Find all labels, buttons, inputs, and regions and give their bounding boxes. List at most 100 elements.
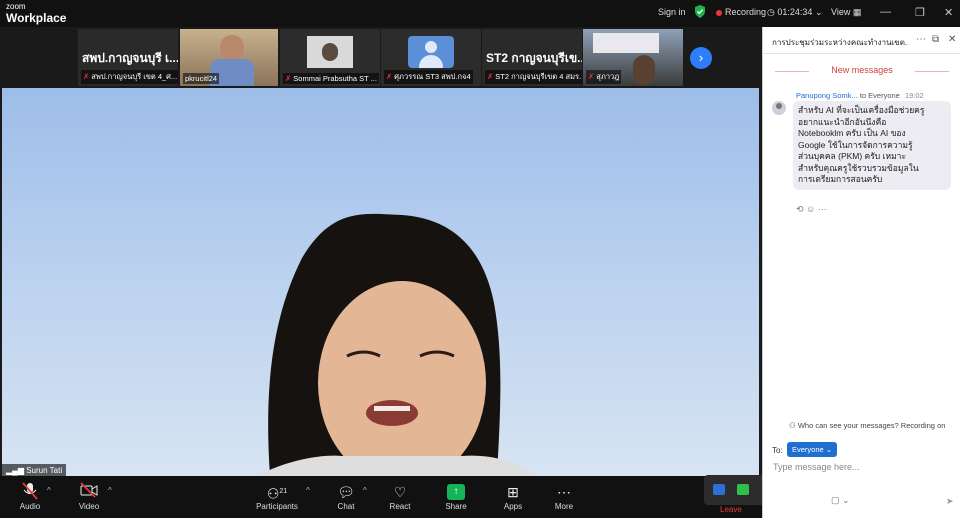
- record-dot-icon: [716, 9, 722, 16]
- tile-caption: ✗ สพป.กาญจนบุรี เขต 4_ศ...: [81, 70, 178, 84]
- mic-muted-icon: ✗: [285, 74, 292, 83]
- more-options-icon[interactable]: ⋯: [916, 34, 926, 45]
- default-avatar-icon: [408, 36, 454, 68]
- tile-caption: ✗ ST2 กาญจนบุรีเขต 4 สมร...: [485, 70, 582, 84]
- more-dots-icon[interactable]: ⋯: [818, 204, 827, 214]
- line-app-icon[interactable]: [737, 484, 749, 495]
- brand-line1: zoom: [6, 2, 26, 11]
- shield-icon[interactable]: [694, 5, 706, 20]
- more-button[interactable]: ⋯ More: [539, 482, 589, 511]
- clock-time: 01:24:34: [777, 7, 813, 17]
- tile-caption-text: ศุภวรรณ ST3 สพป.กจ4: [394, 72, 471, 81]
- tile-caption-text: สพป.กาญจนบุรี เขต 4_ศ...: [91, 72, 178, 81]
- chat-options-chevron-icon[interactable]: ^: [363, 486, 367, 495]
- chat-label: Chat: [337, 502, 355, 511]
- mic-muted-icon: ✗: [83, 72, 90, 81]
- video-options-chevron-icon[interactable]: ^: [108, 486, 112, 495]
- mic-muted-icon: ✗: [386, 72, 393, 81]
- tile-caption-text: สุภาวฎ: [596, 72, 620, 81]
- speaker-illustration: [257, 213, 537, 476]
- brand-line2: Workplace: [6, 11, 67, 25]
- participant-tile[interactable]: สพป.กาญจนบุรี เ... ✗ สพป.กาญจนบุรี เขต 4_…: [78, 29, 178, 86]
- close-chat-icon[interactable]: ✕: [948, 34, 956, 45]
- video-button[interactable]: Video: [64, 482, 114, 511]
- sender-name[interactable]: Panupong Somk...: [796, 91, 858, 100]
- share-label: Share: [445, 502, 467, 511]
- chat-title: การประชุมร่วมระหว่างคณะทำงานเขต...: [772, 38, 908, 47]
- reply-icon[interactable]: ⟲: [796, 204, 804, 214]
- view-label: View: [831, 7, 851, 17]
- participants-icon: ⚇21: [266, 485, 288, 502]
- tile-caption-text: ST2 กาญจนบุรีเขต 4 สมร...: [495, 72, 582, 81]
- zoom-app-icon[interactable]: [713, 484, 725, 495]
- chat-input[interactable]: Type message here...: [773, 462, 860, 472]
- participant-tile[interactable]: pkrucitl24: [180, 29, 278, 86]
- more-dots-icon: ⋯: [557, 484, 571, 500]
- share-arrow-icon: ↑: [447, 484, 465, 500]
- speaker-name: Surun Tati: [26, 466, 63, 475]
- signal-bars-icon: ▂▄▆: [6, 466, 24, 475]
- restore-icon[interactable]: ❐: [915, 6, 925, 19]
- participants-options-chevron-icon[interactable]: ^: [306, 486, 310, 495]
- next-page-arrow-icon[interactable]: ›: [690, 47, 712, 69]
- mic-muted-icon: ✗: [487, 72, 494, 81]
- leave-button[interactable]: Leave: [720, 505, 742, 514]
- close-icon[interactable]: ✕: [944, 6, 953, 19]
- to-label: To:: [772, 446, 783, 455]
- new-messages-divider: New messages: [773, 65, 951, 75]
- message-line: Google ใช้ในการจัดการความรู้: [798, 139, 913, 150]
- title-bar: zoom Workplace Sign in Recording ◷ 01:24…: [0, 0, 960, 27]
- message-time: 19:02: [904, 91, 924, 100]
- active-speaker-video[interactable]: [2, 88, 759, 476]
- react-label: React: [389, 502, 411, 511]
- recipient-dropdown[interactable]: Everyone ⌄: [787, 442, 838, 457]
- mic-muted-icon: ✗: [588, 72, 595, 81]
- recipient-text: to Everyone: [859, 91, 900, 100]
- tile-caption: ✗ ศุภวรรณ ST3 สพป.กจ4: [384, 70, 473, 84]
- react-button[interactable]: ♡ React: [375, 482, 425, 511]
- recipient-value: Everyone: [792, 445, 824, 454]
- participant-tile[interactable]: ✗ Sommai Prabsutha ST ...: [280, 29, 380, 86]
- chat-panel: การประชุมร่วมระหว่างคณะทำงานเขต... ⋯ ⧉ ✕…: [762, 27, 960, 518]
- audio-options-chevron-icon[interactable]: ^: [47, 486, 51, 495]
- message-line: Notebooklm ครับ เป็น AI ของ: [798, 128, 906, 138]
- message-line: อยากแนะนำอีกอันนึงคือ: [798, 116, 887, 127]
- person-video: [633, 55, 655, 85]
- tile-big-name: ST2 กาญจนบุรีเข...: [486, 51, 582, 65]
- participant-tile[interactable]: ✗ ศุภวรรณ ST3 สพป.กจ4: [381, 29, 481, 86]
- heart-icon: ♡: [393, 484, 407, 500]
- apps-button[interactable]: ⊞ Apps: [488, 482, 538, 511]
- participant-tile[interactable]: ✗ สุภาวฎ: [583, 29, 683, 86]
- emoji-react-icon[interactable]: ☺: [806, 204, 815, 214]
- chat-input-tools: ▢ ⌄: [831, 495, 850, 506]
- tile-caption-text: pkrucitl24: [185, 74, 218, 83]
- participants-count: 21: [279, 488, 288, 495]
- signin-link[interactable]: Sign in: [658, 7, 686, 17]
- chevron-down-icon[interactable]: ⌄: [842, 495, 850, 505]
- chevron-down-icon[interactable]: ⌄: [815, 7, 823, 17]
- avatar: [772, 101, 786, 115]
- more-label: More: [554, 502, 574, 511]
- participant-tile[interactable]: ST2 กาญจนบุรีเข... ✗ ST2 กาญจนบุรีเขต 4 ส…: [482, 29, 582, 86]
- message-actions: ⟲ ☺ ⋯: [796, 204, 827, 215]
- avatar-face: [322, 43, 338, 61]
- popout-icon[interactable]: ⧉: [932, 34, 939, 45]
- participants-button[interactable]: ⚇21 Participants: [252, 482, 302, 511]
- chat-header: การประชุมร่วมระหว่างคณะทำงานเขต... ⋯ ⧉ ✕: [763, 27, 960, 54]
- send-icon[interactable]: ➤: [946, 496, 954, 507]
- recording-indicator[interactable]: Recording: [716, 7, 766, 17]
- tile-big-name: สพป.กาญจนบุรี เ...: [82, 51, 178, 65]
- video-label: Video: [78, 502, 100, 511]
- meeting-toolbar: Audio ^ Video ^ ⚇21 Participants ^ 💬︎ Ch…: [0, 476, 762, 518]
- apps-label: Apps: [503, 502, 523, 511]
- view-button[interactable]: View ▦: [831, 7, 861, 18]
- minimize-icon[interactable]: —: [880, 6, 891, 18]
- tile-caption: ✗ สุภาวฎ: [586, 70, 622, 84]
- screenshot-icon[interactable]: ▢: [831, 495, 840, 505]
- apps-icon: ⊞: [507, 484, 519, 500]
- recording-label: Recording: [725, 7, 767, 17]
- message-line: ส่วนบุคคล (PKM) ครับ เหมาะ: [798, 151, 907, 161]
- message-bubble[interactable]: สำหรับ AI ที่จะเป็นเครื่องมือช่วยครู อยา…: [793, 101, 951, 190]
- who-can-see-notice[interactable]: ⚇ Who can see your messages? Recording o…: [789, 421, 945, 430]
- share-button[interactable]: ↑ Share: [431, 482, 481, 511]
